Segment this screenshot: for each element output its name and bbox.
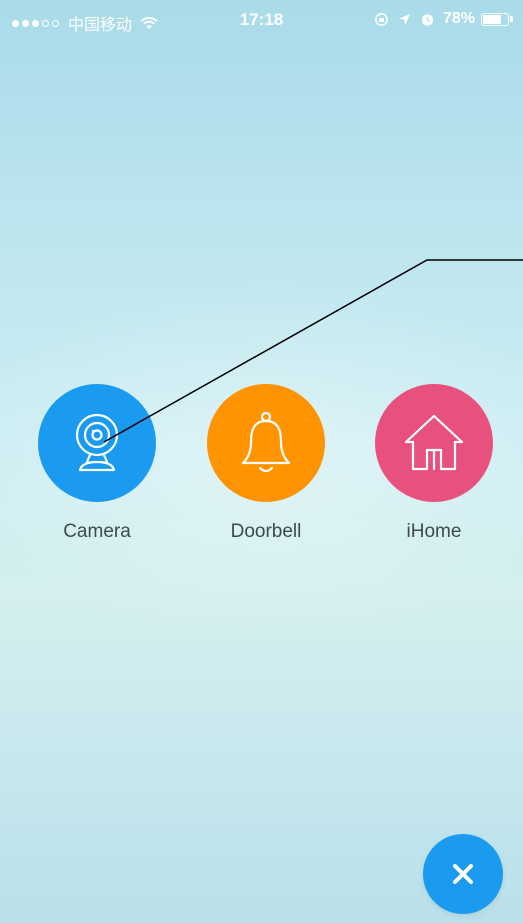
house-icon <box>404 414 464 471</box>
battery-nub <box>510 16 513 22</box>
status-right: 78% <box>374 10 513 28</box>
location-arrow-icon <box>398 13 411 25</box>
device-doorbell-circle[interactable] <box>207 384 325 502</box>
battery-fill <box>483 14 501 24</box>
close-button[interactable] <box>423 834 503 914</box>
device-camera-circle[interactable] <box>38 384 156 502</box>
status-bar: 中国移动 17:18 78% <box>0 0 523 40</box>
device-camera[interactable]: Camera <box>37 384 157 543</box>
device-doorbell[interactable]: Doorbell <box>206 384 326 543</box>
device-doorbell-label: Doorbell <box>230 521 302 542</box>
battery-icon <box>481 12 509 26</box>
device-ihome-label: iHome <box>406 521 462 542</box>
device-ihome[interactable]: iHome <box>374 384 494 543</box>
close-icon <box>453 864 473 884</box>
device-ihome-circle[interactable] <box>375 384 493 502</box>
device-picker-screen: 中国移动 17:18 78% Camera Doorbell iHome <box>0 0 523 923</box>
orientation-lock-icon <box>375 12 388 26</box>
bell-icon <box>241 411 291 473</box>
alarm-icon <box>421 13 434 26</box>
battery-percent: 78% <box>442 10 475 27</box>
webcam-icon <box>75 413 119 472</box>
device-camera-label: Camera <box>63 521 131 542</box>
